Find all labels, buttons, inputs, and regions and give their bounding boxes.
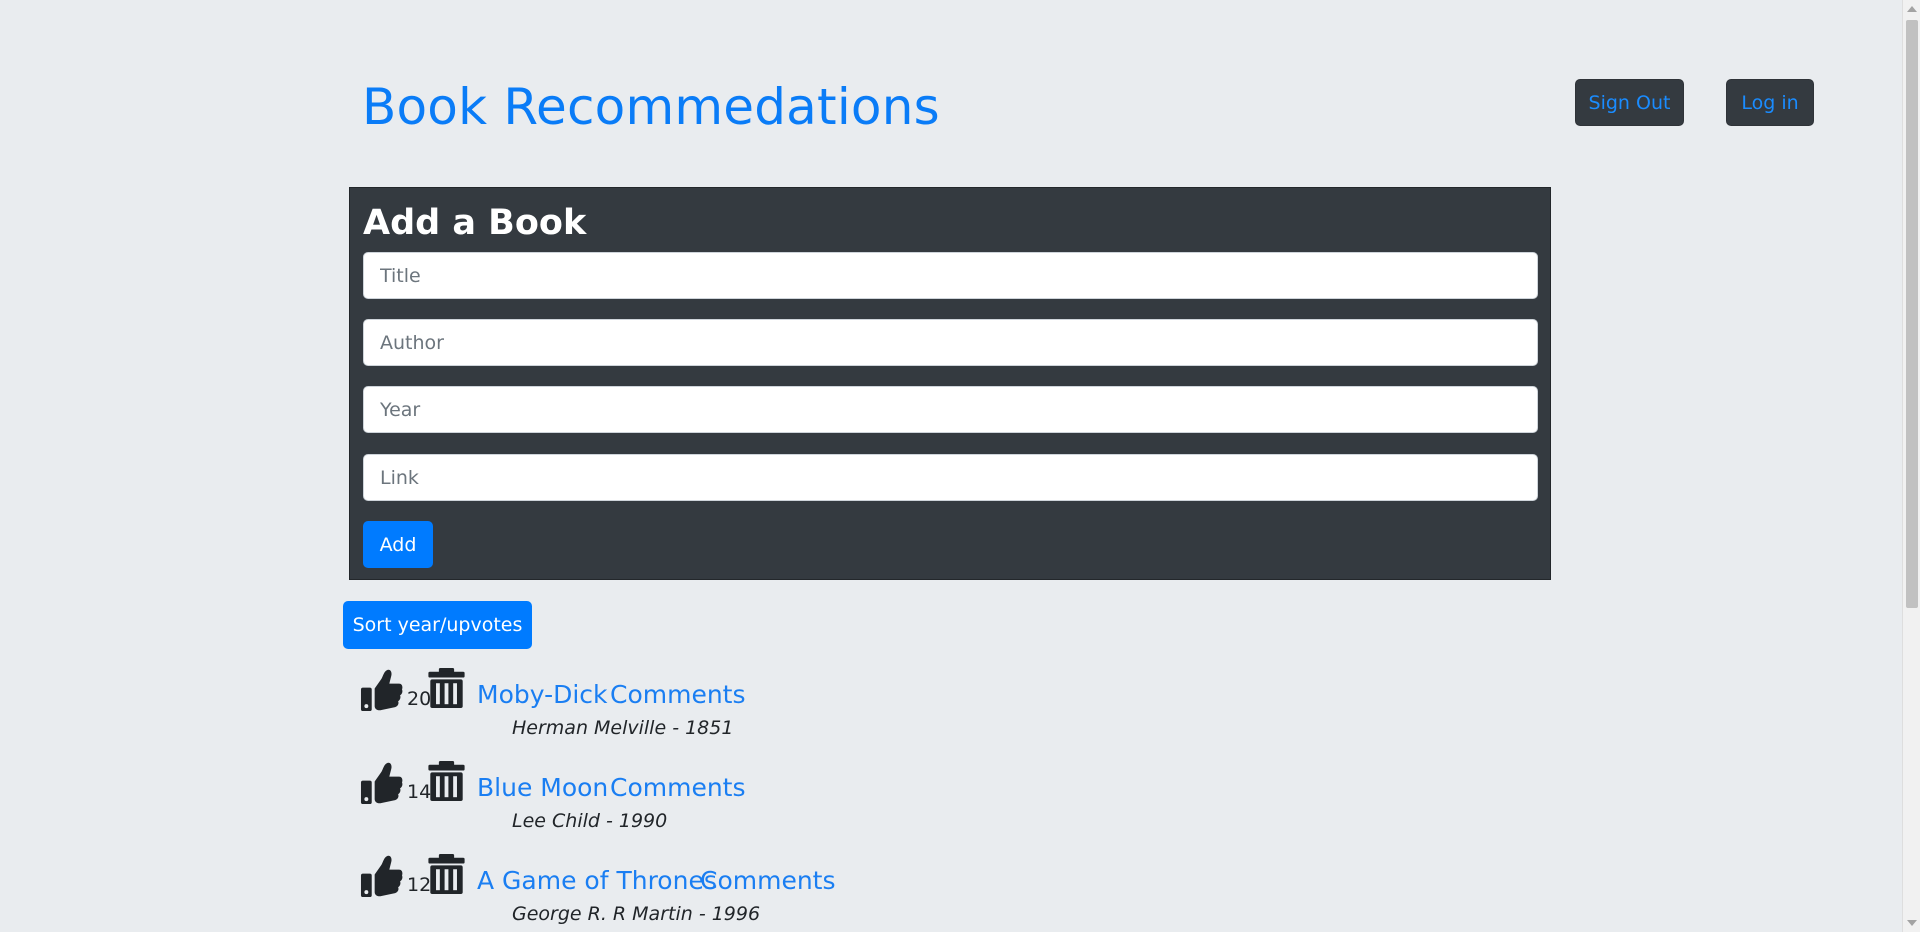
thumbs-up-icon[interactable] xyxy=(360,855,403,898)
trash-icon[interactable] xyxy=(428,668,465,708)
trash-icon[interactable] xyxy=(428,854,465,894)
page-title: Book Recommedations xyxy=(362,78,940,136)
trash-icon[interactable] xyxy=(428,761,465,801)
add-button[interactable]: Add xyxy=(363,521,433,568)
add-book-heading: Add a Book xyxy=(363,203,587,243)
comments-link[interactable]: Comments xyxy=(700,866,836,895)
add-book-panel: Add a Book Add xyxy=(349,187,1551,580)
scrollbar-thumb[interactable] xyxy=(1906,20,1918,608)
book-author-year: Herman Melville - 1851 xyxy=(512,717,734,739)
year-input[interactable] xyxy=(363,386,1538,433)
scroll-down-arrow-icon[interactable] xyxy=(1907,920,1917,926)
title-input[interactable] xyxy=(363,252,1538,299)
sign-out-button[interactable]: Sign Out xyxy=(1575,79,1684,126)
scroll-up-arrow-icon[interactable] xyxy=(1907,6,1917,12)
comments-link[interactable]: Comments xyxy=(610,680,746,709)
vertical-scrollbar[interactable] xyxy=(1902,0,1920,932)
link-input[interactable] xyxy=(363,454,1538,501)
thumbs-up-icon[interactable] xyxy=(360,762,403,805)
sort-button[interactable]: Sort year/upvotes xyxy=(343,601,532,649)
page: Book Recommedations Sign Out Log in Add … xyxy=(0,0,1920,932)
thumbs-up-icon[interactable] xyxy=(360,669,403,712)
book-author-year: Lee Child - 1990 xyxy=(512,810,668,832)
book-title-link[interactable]: A Game of Thrones xyxy=(477,866,717,895)
author-input[interactable] xyxy=(363,319,1538,366)
book-list-item: 14 Blue Moon Comments Lee Child - 1990 xyxy=(360,758,1360,838)
book-title-link[interactable]: Moby-Dick xyxy=(477,680,608,709)
book-list-item: 20 Moby-Dick Comments Herman Melville - … xyxy=(360,665,1360,745)
comments-link[interactable]: Comments xyxy=(610,773,746,802)
book-title-link[interactable]: Blue Moon xyxy=(477,773,608,802)
log-in-button[interactable]: Log in xyxy=(1726,79,1814,126)
book-author-year: George R. R Martin - 1996 xyxy=(512,903,761,925)
book-list-item: 12 A Game of Thrones Comments George R. … xyxy=(360,851,1360,931)
